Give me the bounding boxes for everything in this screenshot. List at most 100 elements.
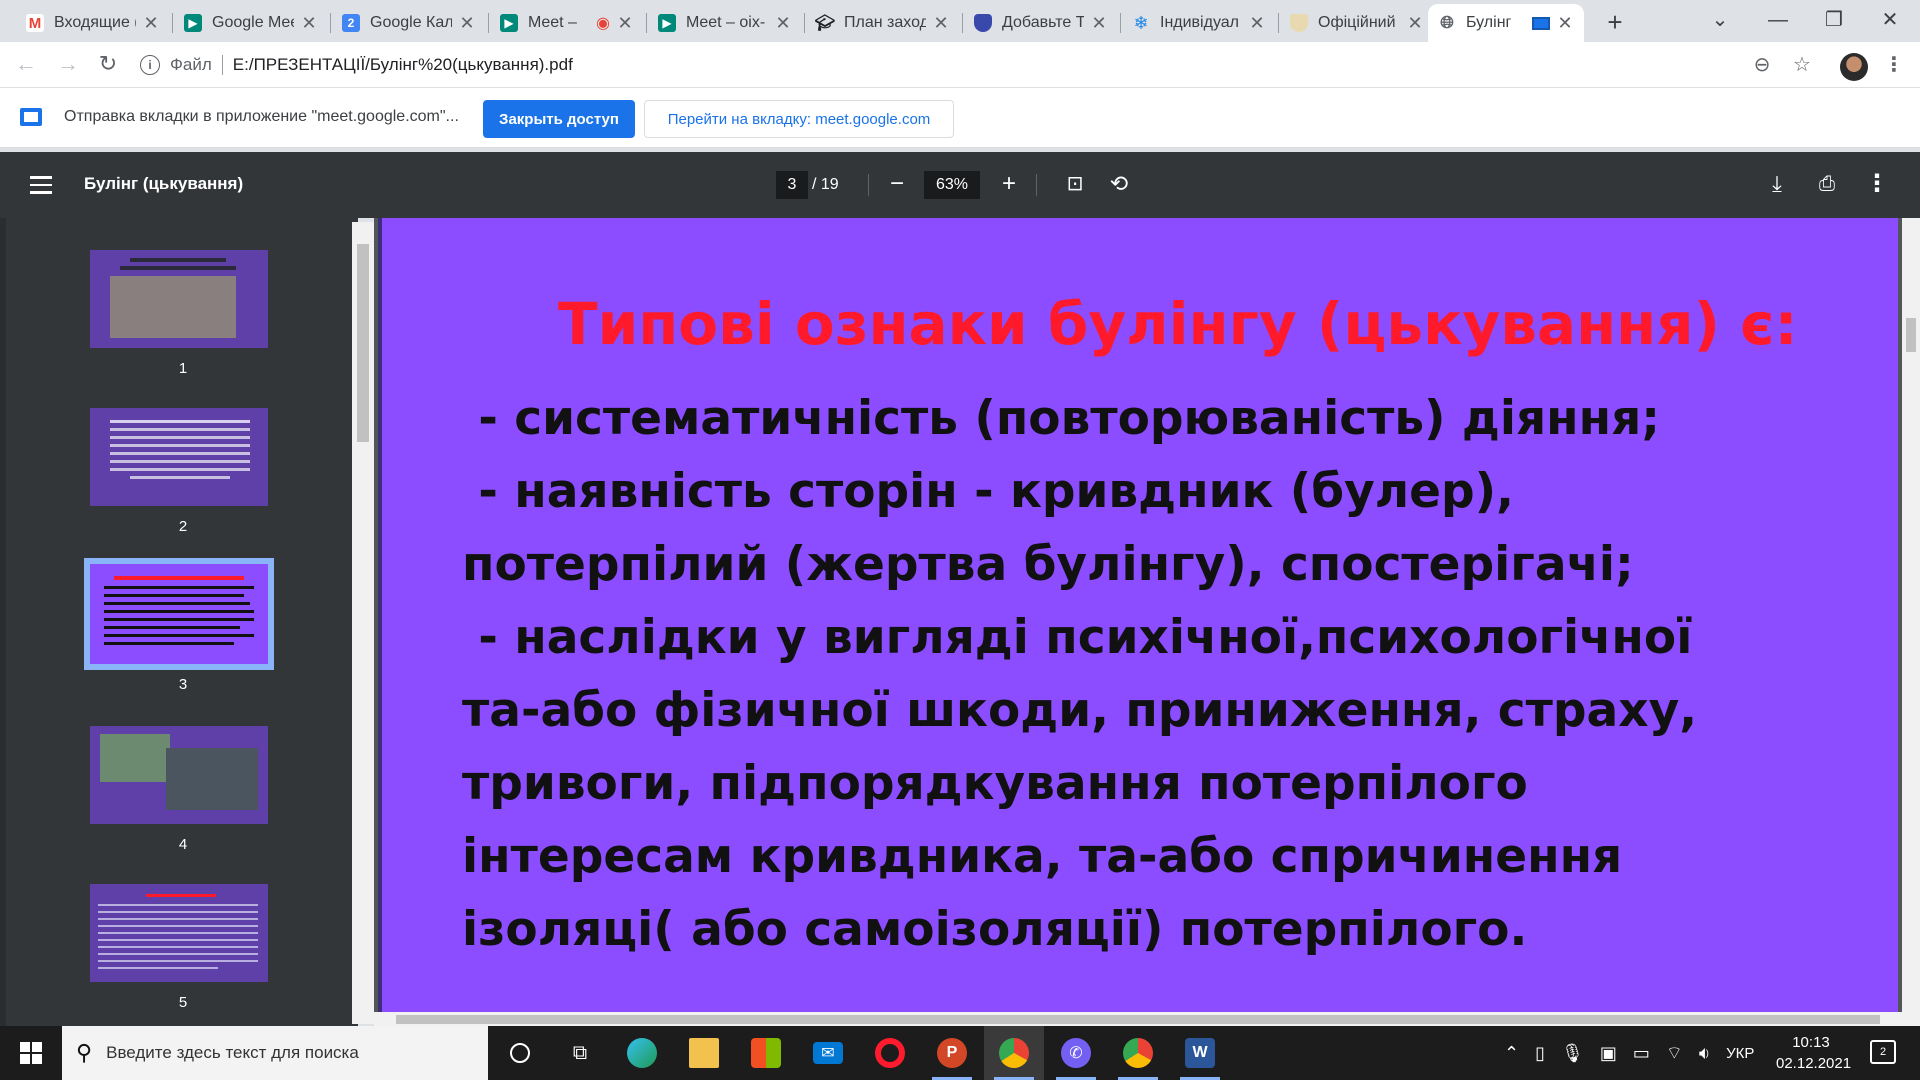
zoom-out-button[interactable]: −	[882, 170, 912, 200]
close-icon[interactable]: ✕	[1248, 13, 1266, 34]
thumbnail-page-3[interactable]	[84, 558, 274, 670]
crest-icon	[1290, 14, 1308, 32]
tab-add-extension[interactable]: Добавьте Т ✕	[964, 4, 1118, 42]
tab-bullying-pdf[interactable]: 🌐︎ Булінг ✕	[1428, 4, 1584, 42]
screen-share-icon	[20, 108, 42, 126]
chrome-app[interactable]	[984, 1026, 1044, 1080]
document-horizontal-scrollbar[interactable]	[374, 1012, 1902, 1026]
viber-app[interactable]: ✆	[1046, 1026, 1106, 1080]
tab-gmail[interactable]: M Входящие ( ✕	[16, 4, 170, 42]
scrollbar-thumb[interactable]	[1906, 318, 1916, 352]
tab-search-icon[interactable]: ⌄	[1694, 0, 1746, 42]
close-window-button[interactable]: ✕	[1864, 0, 1916, 42]
camera-icon[interactable]: ▣	[1600, 1043, 1617, 1064]
thumbnail-page-1[interactable]	[90, 250, 268, 348]
clock-time: 10:13	[1792, 1034, 1830, 1051]
opera-app[interactable]	[860, 1026, 920, 1080]
tab-individual[interactable]: ❄ Індивідуал ✕	[1122, 4, 1276, 42]
opera-icon	[875, 1038, 905, 1068]
close-icon[interactable]: ✕	[1556, 13, 1574, 34]
cortana-button[interactable]	[490, 1026, 550, 1080]
close-icon[interactable]: ✕	[458, 13, 476, 34]
tab-google-meet[interactable]: ▶ Google Meet ✕	[174, 4, 328, 42]
document-vertical-scrollbar[interactable]	[1902, 218, 1920, 1026]
reload-button[interactable]: ↻	[92, 49, 124, 81]
download-icon[interactable]: ⤓	[1762, 170, 1792, 200]
thumbnail-page-4[interactable]	[90, 726, 268, 824]
close-icon[interactable]: ✕	[932, 13, 950, 34]
thumbnail-label: 2	[178, 518, 188, 535]
microphone-icon[interactable]: 🎙︎	[1561, 1043, 1584, 1064]
close-icon[interactable]: ✕	[1090, 13, 1108, 34]
pdf-toolbar: Булінг (цькування) 3 / 19 − 63% + ⊡ ⟲ ⤓ …	[0, 152, 1920, 218]
tab-meet-oix[interactable]: ▶ Meet – oix- ✕	[648, 4, 802, 42]
device-icon[interactable]: ▯	[1535, 1043, 1545, 1064]
chrome-profile-app[interactable]	[1108, 1026, 1168, 1080]
notification-center-icon[interactable]: 2	[1870, 1040, 1896, 1064]
store-app[interactable]	[736, 1026, 796, 1080]
scrollbar-thumb[interactable]	[357, 244, 369, 442]
bookmark-star-icon[interactable]: ☆	[1788, 51, 1816, 79]
close-icon[interactable]: ✕	[142, 13, 160, 34]
zoom-in-button[interactable]: +	[994, 170, 1024, 200]
restore-button[interactable]: ❐	[1808, 0, 1860, 42]
stop-sharing-button[interactable]: Закрыть доступ	[483, 100, 635, 138]
recording-icon: ◉	[596, 15, 610, 32]
system-tray: ⌃ ▯ 🎙︎ ▣ ▭ ⌔ 🔉︎ УКР	[1504, 1026, 1770, 1080]
new-tab-button[interactable]: +	[1598, 6, 1632, 40]
zoom-icon[interactable]: ⊖	[1748, 51, 1776, 79]
chevron-up-icon[interactable]: ⌃	[1504, 1043, 1519, 1064]
mail-app[interactable]: ✉	[798, 1026, 858, 1080]
tab-meet-recording[interactable]: ▶ Meet – ◉ ✕	[490, 4, 644, 42]
windows-logo-icon	[20, 1042, 30, 1052]
url-text[interactable]: E:/ПРЕЗЕНТАЦІЇ/Булінг%20(цькування).pdf	[233, 55, 573, 75]
close-icon[interactable]: ✕	[300, 13, 318, 34]
close-icon[interactable]: ✕	[1406, 13, 1424, 34]
thumbnail-scrollbar[interactable]	[352, 222, 374, 1024]
sidebar-menu-icon[interactable]	[30, 176, 52, 194]
zoom-level-input[interactable]: 63%	[924, 171, 980, 199]
globe-icon: 🌐︎	[1440, 13, 1454, 32]
tab-plan[interactable]: 🎓︎ План заход ✕	[806, 4, 960, 42]
language-indicator[interactable]: УКР	[1726, 1045, 1754, 1062]
tab-title: Meet – oix-	[686, 14, 766, 31]
back-button[interactable]: ←	[10, 49, 42, 81]
tab-google-calendar[interactable]: 2 Google Кал ✕	[332, 4, 486, 42]
file-explorer-app[interactable]	[674, 1026, 734, 1080]
task-view-button[interactable]: ⧉	[550, 1026, 610, 1080]
battery-icon[interactable]: ▭	[1633, 1043, 1650, 1064]
slide-body-text: - систематичність (повторюваність) діянн…	[462, 391, 1698, 957]
close-icon[interactable]: ✕	[774, 13, 792, 34]
rotate-icon[interactable]: ⟲	[1104, 170, 1134, 200]
tab-title: Офіційний	[1318, 14, 1396, 31]
thumbnail-page-2[interactable]	[90, 408, 268, 506]
search-icon: ⚲	[76, 1040, 93, 1065]
tab-title: Meet –	[528, 14, 577, 31]
address-bar[interactable]: i Файл E:/ПРЕЗЕНТАЦІЇ/Булінг%20(цькуванн…	[140, 47, 1800, 83]
menu-kebab-icon[interactable]: ⋮	[1880, 51, 1908, 79]
thumbnail-label: 5	[178, 994, 188, 1011]
taskbar-search-box[interactable]: ⚲ Введите здесь текст для поиска	[62, 1026, 488, 1080]
info-icon[interactable]: i	[140, 55, 160, 75]
tab-official[interactable]: Офіційний ✕	[1280, 4, 1434, 42]
page-number-input[interactable]: 3	[776, 171, 808, 199]
profile-avatar[interactable]	[1840, 53, 1868, 81]
scrollbar-thumb[interactable]	[396, 1015, 1880, 1024]
powerpoint-app[interactable]: P	[922, 1026, 982, 1080]
start-button[interactable]	[0, 1026, 60, 1080]
thumbnail-page-5[interactable]	[90, 884, 268, 982]
forward-button[interactable]: →	[52, 49, 84, 81]
wifi-icon[interactable]: ⌔	[1666, 1042, 1683, 1065]
chrome-icon	[1123, 1038, 1153, 1068]
fit-page-icon[interactable]: ⊡	[1060, 170, 1090, 200]
minimize-button[interactable]: —	[1752, 0, 1804, 42]
more-options-icon[interactable]: ⋮	[1862, 170, 1892, 200]
print-icon[interactable]: ⎙	[1812, 170, 1842, 200]
switch-to-tab-button[interactable]: Перейти на вкладку: meet.google.com	[644, 100, 954, 138]
volume-icon[interactable]: 🔉︎	[1699, 1043, 1710, 1064]
close-icon[interactable]: ✕	[616, 13, 634, 34]
edge-app[interactable]	[612, 1026, 672, 1080]
clock[interactable]: 10:13 02.12.2021	[1776, 1032, 1851, 1074]
word-app[interactable]: W	[1170, 1026, 1230, 1080]
meet-icon: ▶	[658, 14, 676, 32]
